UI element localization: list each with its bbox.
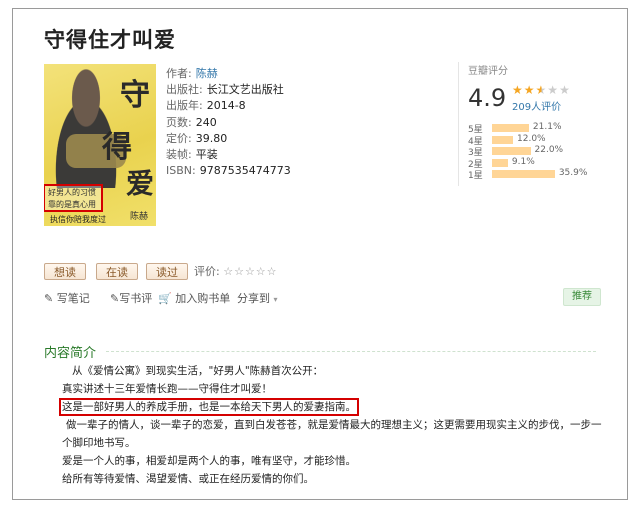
rating-panel: 豆瓣评分 4.9 ★★★★★ 209人评价 5星 21.1% 4星 12.0% 3星 22…: [458, 62, 612, 186]
book-title: 守得住才叫爱: [44, 28, 176, 52]
rating-divider: [458, 62, 459, 186]
cover-char-1: 守: [120, 78, 150, 113]
rating-bar-percent: 21.1%: [532, 122, 562, 132]
reading-button[interactable]: 在读: [96, 263, 138, 280]
info-pages-row: 页数: 240: [166, 115, 291, 131]
info-label: 作者:: [166, 67, 192, 80]
pencil-icon: ✎: [110, 292, 120, 305]
intro-highlight-text: 这是一部好男人的养成手册，也是一本给天下男人的爱妻指南。: [59, 398, 359, 416]
info-label: 定价:: [166, 131, 192, 145]
section-divider: [106, 351, 596, 352]
chevron-down-icon: ▾: [273, 295, 278, 304]
evaluate-area: 评价: ☆☆☆☆☆: [194, 263, 278, 280]
star-icon: ★: [512, 83, 524, 97]
info-author-row: 作者: 陈赫: [166, 66, 291, 82]
write-review-link[interactable]: ✎写书评: [110, 290, 152, 306]
info-label: ISBN:: [166, 164, 196, 178]
year-value: 2014-8: [206, 99, 246, 113]
rating-bar-row: 1星 35.9%: [468, 168, 608, 181]
star-empty-icon: ★: [547, 83, 560, 97]
author-link[interactable]: 陈赫: [196, 67, 218, 80]
rating-bar-fill: [492, 170, 555, 178]
write-note-label: 写笔记: [56, 292, 90, 305]
read-button[interactable]: 读过: [146, 263, 188, 280]
intro-section-title: 内容简介: [44, 346, 97, 361]
cover-highlight-box: 好男人的习惯 靠的是真心用: [44, 184, 103, 212]
rating-bar-percent: 9.1%: [511, 156, 535, 167]
info-label: 出版年:: [166, 99, 203, 113]
intro-line: 真实讲述十三年爱情长跑——守得住才叫爱！: [62, 383, 272, 395]
publisher-value: 长江文艺出版社: [206, 83, 284, 97]
info-year-row: 出版年: 2014-8: [166, 98, 291, 114]
rating-bar-percent: 12.0%: [517, 133, 546, 144]
write-review-label: 写书评: [119, 292, 153, 305]
star-half-icon: ★: [535, 83, 548, 97]
star-icon: ★: [523, 83, 536, 97]
info-price-row: 定价: 39.80: [166, 131, 291, 147]
star-empty-icon: ★: [559, 83, 571, 97]
rating-bar-row: 2星 9.1%: [468, 156, 608, 170]
pencil-icon: ✎: [44, 292, 54, 305]
add-cart-link[interactable]: 🛒 加入购书单: [158, 290, 230, 306]
rating-count-link[interactable]: 209人评价: [512, 98, 561, 113]
share-label: 分享到: [237, 292, 270, 305]
rating-bar-fill: [492, 135, 513, 144]
write-note-link[interactable]: ✎ 写笔记: [44, 290, 90, 306]
intro-line: 给所有等待爱情、渴望爱情、或正在经历爱情的你们。: [62, 473, 314, 485]
isbn-value: 9787535474773: [199, 164, 291, 178]
rating-bar-percent: 35.9%: [558, 168, 588, 178]
pages-value: 240: [195, 115, 217, 129]
info-label: 页数:: [166, 115, 192, 129]
cover-char-2: 得: [102, 130, 132, 165]
rating-distribution: 5星 21.1% 4星 12.0% 3星 22.0% 2星 9.1% 1星 35.9%: [468, 122, 608, 181]
intro-content: 从《爱情公寓》到现实生活，"好男人"陈赫首次公开： 真实讲述十三年爱情长跑——守…: [59, 362, 602, 488]
add-cart-label: 加入购书单: [175, 292, 231, 305]
cover-tag-line-2: 靠的是真心用: [48, 200, 96, 209]
price-value: 39.80: [195, 131, 228, 145]
intro-line-highlighted: 这是一部好男人的养成手册，也是一本给天下男人的爱妻指南。: [59, 398, 602, 416]
rating-score: 4.9: [468, 84, 507, 112]
intro-line: 从《爱情公寓》到现实生活，"好男人"陈赫首次公开：: [72, 365, 324, 377]
recommend-button[interactable]: 推荐: [563, 288, 601, 306]
info-binding-row: 装帧: 平装: [166, 147, 291, 163]
rating-bar-row: 4星 12.0%: [468, 133, 608, 147]
cart-icon: 🛒: [158, 292, 172, 305]
want-read-button[interactable]: 想读: [44, 263, 86, 280]
evaluate-label: 评价:: [194, 265, 220, 278]
evaluate-stars[interactable]: ☆☆☆☆☆: [223, 265, 277, 278]
info-publisher-row: 出版社: 长江文艺出版社: [166, 82, 291, 98]
rating-stars: ★★★★★: [512, 83, 571, 97]
share-dropdown[interactable]: 分享到 ▾: [237, 290, 278, 306]
cover-tag-line-1: 好男人的习惯: [48, 188, 96, 197]
info-isbn-row: ISBN: 9787535474773: [166, 163, 291, 179]
rating-bar-fill: [492, 124, 529, 132]
binding-value: 平装: [195, 148, 218, 162]
info-label: 装帧:: [166, 148, 192, 162]
rating-label: 豆瓣评分: [468, 66, 508, 77]
rating-bar-star-label: 1星: [468, 171, 483, 181]
rating-bar-percent: 22.0%: [534, 145, 564, 155]
intro-line: 做一辈子的情人，谈一辈子的恋爱，直到白发苍苍，就是爱情最大的理想主义；这更需要用…: [62, 419, 602, 449]
rating-bar-fill: [492, 147, 531, 155]
rating-bar-row: 3星 22.0%: [468, 145, 608, 158]
intro-line: 爱是一个人的事，相爱却是两个人的事，唯有坚守，才能珍惜。: [62, 455, 356, 467]
info-label: 出版社:: [166, 83, 203, 97]
cover-bottom-text: 执信你陪我度过: [50, 215, 106, 224]
rating-bar-fill: [492, 158, 508, 167]
book-info: 作者: 陈赫 出版社: 长江文艺出版社 出版年: 2014-8 页数: 240 定价: 3…: [166, 66, 291, 179]
cover-char-3: 爱: [126, 167, 155, 200]
book-cover[interactable]: 守 得 爱 陈赫 好男人的习惯 靠的是真心用 执信你陪我度过: [44, 64, 156, 226]
rating-bar-row: 5星 21.1%: [468, 122, 608, 135]
cover-author: 陈赫: [130, 212, 149, 222]
